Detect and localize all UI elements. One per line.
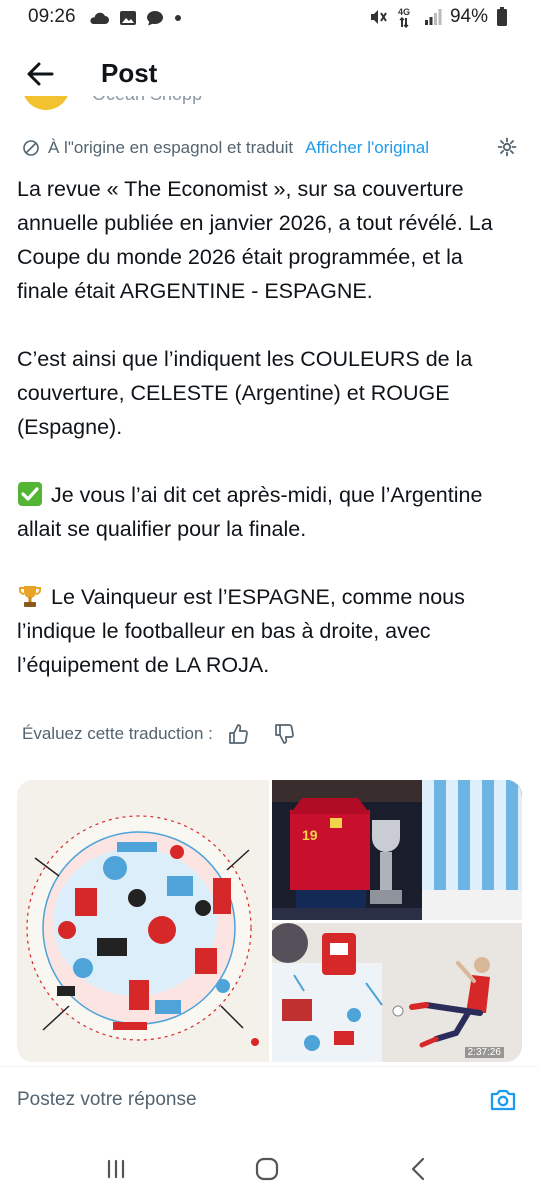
battery-percent: 94% bbox=[449, 6, 488, 27]
status-bar: 09:26 4G 94% bbox=[0, 0, 538, 36]
cover-illustration bbox=[17, 780, 269, 1062]
post-paragraph-4-text: Le Vainqueur est l’ESPAGNE, comme nous l… bbox=[17, 585, 465, 677]
rate-translation-label: Évaluez cette traduction : bbox=[22, 724, 213, 743]
rate-translation-row: Évaluez cette traduction : bbox=[22, 720, 502, 748]
author-name-partial[interactable]: Ocean Shopp bbox=[92, 96, 202, 105]
chat-icon bbox=[147, 11, 163, 26]
jersey-number: 19 bbox=[302, 827, 318, 843]
post-paragraph-4: Le Vainqueur est l’ESPAGNE, comme nous l… bbox=[17, 580, 517, 682]
avatar[interactable] bbox=[22, 96, 70, 110]
cloud-icon bbox=[90, 12, 109, 24]
dot-icon bbox=[175, 15, 181, 21]
players-trophy-illustration: 19 bbox=[272, 780, 522, 920]
gear-icon[interactable] bbox=[496, 136, 518, 158]
media-grid: 19 2:37:26 bbox=[17, 780, 522, 1062]
thumbs-up-icon[interactable] bbox=[227, 723, 249, 745]
translation-notice: À l"origine en espagnol et traduit bbox=[48, 138, 294, 157]
mute-icon bbox=[370, 10, 387, 24]
post-text: La revue « The Economist », sur sa couve… bbox=[17, 172, 517, 682]
author-row-clipped[interactable]: Ocean Shopp bbox=[0, 96, 538, 126]
status-right: 4G 94% bbox=[368, 6, 508, 28]
check-mark-button-icon bbox=[18, 482, 42, 506]
media-image-magazine-cover[interactable] bbox=[17, 780, 269, 1062]
battery-icon bbox=[497, 7, 507, 26]
status-time: 09:26 bbox=[28, 6, 76, 27]
notification-icons bbox=[88, 9, 183, 27]
translation-bar: À l"origine en espagnol et traduit Affic… bbox=[22, 136, 518, 160]
media-video-frame[interactable]: 2:37:26 bbox=[272, 923, 522, 1062]
show-original-link[interactable]: Afficher l'original bbox=[305, 138, 429, 158]
thumbs-down-icon[interactable] bbox=[273, 723, 295, 745]
post-paragraph-3-text: Je vous l’ai dit cet après-midi, que l’A… bbox=[17, 483, 483, 541]
trophy-icon bbox=[19, 586, 41, 607]
reply-input[interactable]: Postez votre réponse bbox=[17, 1089, 197, 1111]
page-title: Post bbox=[101, 58, 158, 88]
post-paragraph-1: La revue « The Economist », sur sa couve… bbox=[17, 177, 493, 303]
recent-apps-icon[interactable] bbox=[101, 1154, 131, 1184]
home-icon[interactable] bbox=[252, 1154, 282, 1184]
camera-icon[interactable] bbox=[488, 1085, 518, 1115]
signal-icon bbox=[424, 9, 442, 25]
reply-bar: Postez votre réponse bbox=[0, 1066, 538, 1136]
footballer-illustration bbox=[272, 923, 522, 1062]
svg-text:4G: 4G bbox=[398, 7, 410, 17]
media-image-players-trophy[interactable]: 19 bbox=[272, 780, 522, 920]
image-icon bbox=[120, 11, 136, 25]
post-paragraph-2: C’est ainsi que l’indiquent les COULEURS… bbox=[17, 347, 473, 439]
system-nav-bar bbox=[0, 1136, 538, 1200]
post-paragraph-3: Je vous l’ai dit cet après-midi, que l’A… bbox=[17, 478, 517, 546]
back-arrow-icon[interactable] bbox=[22, 56, 58, 92]
translate-icon bbox=[23, 140, 39, 156]
network-4g-icon: 4G bbox=[398, 7, 410, 28]
system-back-icon[interactable] bbox=[404, 1154, 434, 1184]
video-timestamp: 2:37:26 bbox=[464, 1047, 504, 1058]
